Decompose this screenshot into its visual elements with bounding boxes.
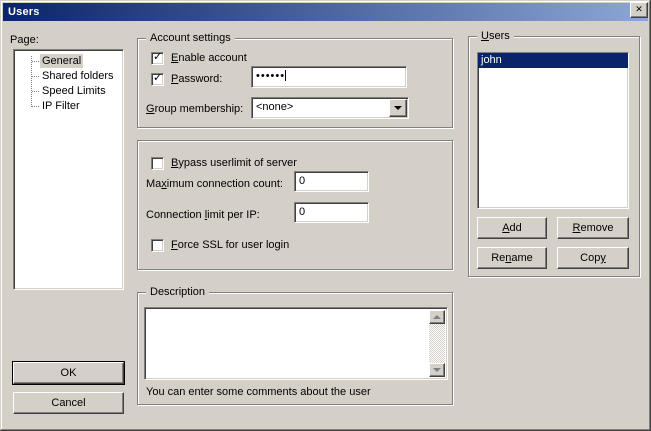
- description-textarea[interactable]: [144, 307, 448, 380]
- description-caption: You can enter some comments about the us…: [146, 386, 371, 399]
- window-title: Users: [8, 6, 40, 18]
- close-icon: ✕: [635, 5, 643, 14]
- titlebar[interactable]: Users: [3, 3, 648, 21]
- password-input[interactable]: ••••••: [251, 66, 407, 88]
- copy-button[interactable]: Copy: [557, 247, 629, 269]
- tree-item-speed-limits[interactable]: Speed Limits: [14, 84, 123, 99]
- scroll-down-button[interactable]: [429, 363, 445, 377]
- group-membership-select[interactable]: <none>: [251, 97, 409, 119]
- arrow-down-icon: [433, 368, 441, 372]
- password-masked-value: ••••••: [256, 70, 285, 82]
- close-button[interactable]: ✕: [630, 2, 648, 18]
- check-icon: ✓: [153, 72, 162, 85]
- text-caret: [285, 70, 286, 81]
- users-group-title: Users: [477, 30, 514, 43]
- user-list-item[interactable]: john: [478, 53, 628, 68]
- users-dialog: Users ✕ Page: General Shared folders Spe…: [0, 0, 651, 431]
- max-connection-count-label: Maximum connection count:: [146, 178, 283, 191]
- page-label: Page:: [10, 34, 39, 47]
- bypass-userlimit-checkbox[interactable]: [151, 157, 164, 170]
- enable-account-checkbox[interactable]: ✓: [151, 52, 164, 65]
- dropdown-button[interactable]: [389, 99, 407, 117]
- scroll-up-button[interactable]: [429, 310, 445, 324]
- tree-item-ip-filter[interactable]: IP Filter: [14, 99, 123, 114]
- remove-button[interactable]: Remove: [557, 217, 629, 239]
- rename-button[interactable]: Rename: [477, 247, 547, 269]
- group-membership-value: <none>: [256, 101, 293, 114]
- connection-limit-per-ip-label: Connection limit per IP:: [146, 209, 260, 222]
- account-settings-group: Account settings ✓ Enable account ✓ Pass…: [137, 38, 453, 128]
- page-tree: General Shared folders Speed Limits IP F…: [13, 49, 124, 290]
- enable-account-label[interactable]: Enable account: [171, 52, 247, 65]
- password-label[interactable]: Password:: [171, 73, 222, 86]
- password-checkbox[interactable]: ✓: [151, 73, 164, 86]
- chevron-down-icon: [394, 106, 402, 110]
- description-title: Description: [146, 286, 209, 299]
- connection-limit-per-ip-input[interactable]: 0: [294, 202, 369, 223]
- force-ssl-label[interactable]: Force SSL for user login: [171, 239, 289, 252]
- connection-limits-group: Bypass userlimit of server Maximum conne…: [137, 140, 453, 270]
- account-settings-title: Account settings: [146, 32, 235, 45]
- ok-button[interactable]: OK: [13, 362, 124, 384]
- cancel-button[interactable]: Cancel: [13, 392, 124, 414]
- bypass-userlimit-label[interactable]: Bypass userlimit of server: [171, 157, 297, 170]
- scrollbar-track[interactable]: [429, 310, 445, 377]
- users-group: Users john Add Remove Rename Copy: [468, 36, 640, 277]
- max-connection-count-input[interactable]: 0: [294, 171, 369, 192]
- users-list[interactable]: john: [477, 52, 629, 209]
- tree-item-general[interactable]: General: [14, 54, 123, 69]
- check-icon: ✓: [153, 51, 162, 64]
- tree-item-shared-folders[interactable]: Shared folders: [14, 69, 123, 84]
- description-group: Description You can enter some comments …: [137, 292, 453, 405]
- arrow-up-icon: [433, 315, 441, 319]
- group-membership-label: Group membership:: [146, 103, 243, 116]
- add-button[interactable]: Add: [477, 217, 547, 239]
- force-ssl-checkbox[interactable]: [151, 239, 164, 252]
